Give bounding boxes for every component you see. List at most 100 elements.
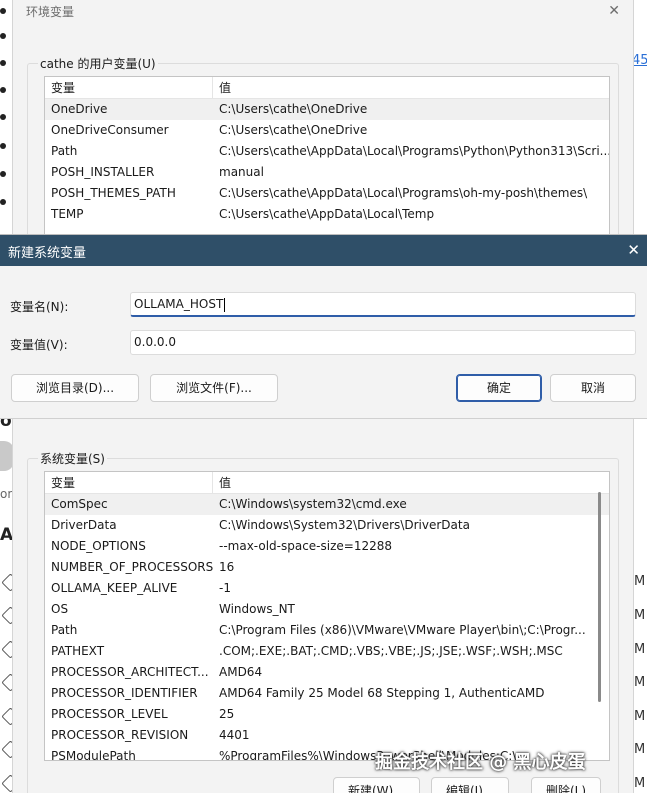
new-button[interactable]: 新建(W)... <box>333 777 420 793</box>
scrollbar[interactable] <box>598 492 601 702</box>
table-row[interactable]: Path C:\Users\cathe\AppData\Local\Program… <box>45 141 609 162</box>
table-row[interactable]: PROCESSOR_ARCHITECT... AMD64 <box>45 662 609 683</box>
variable-name-cell: Path <box>51 144 78 158</box>
variable-name-cell: OneDriveConsumer <box>51 123 169 137</box>
variable-value-cell: C:\Users\cathe\OneDrive <box>219 102 368 116</box>
variable-value-cell: C:\Windows\System32\Drivers\DriverData <box>219 518 470 532</box>
table-row[interactable]: OneDrive C:\Users\cathe\OneDrive <box>45 99 609 120</box>
background-fragment-m: M <box>634 675 646 690</box>
column-header-variable[interactable]: 变量 <box>45 472 213 494</box>
variable-name-cell: PROCESSOR_LEVEL <box>51 707 168 721</box>
user-variables-group: cathe 的用户变量(U) 变量 值 OneDrive C:\Users\cat… <box>27 55 619 246</box>
table-row[interactable]: Path C:\Program Files (x86)\VMware\VMware… <box>45 620 609 641</box>
variable-name-cell: PROCESSOR_IDENTIFIER <box>51 686 198 700</box>
user-variables-label: cathe 的用户变量(U) <box>38 55 158 72</box>
variable-name-cell: PATHEXT <box>51 644 105 658</box>
variable-name-cell: ComSpec <box>51 497 108 511</box>
table-row[interactable]: OS Windows_NT <box>45 599 609 620</box>
background-link[interactable]: 45 <box>632 53 647 68</box>
table-row[interactable]: NODE_OPTIONS --max-old-space-size=12288 <box>45 536 609 557</box>
table-row[interactable]: PROCESSOR_REVISION 4401 <box>45 725 609 746</box>
system-variables-label: 系统变量(S) <box>38 450 107 467</box>
variable-value-value: 0.0.0.0 <box>134 335 176 349</box>
variable-value-cell: AMD64 Family 25 Model 68 Stepping 1, Aut… <box>219 686 545 700</box>
variable-value-cell: .COM;.EXE;.BAT;.CMD;.VBS;.VBE;.JS;.JSE;.… <box>219 644 563 658</box>
variable-name-cell: PROCESSOR_REVISION <box>51 728 189 742</box>
variable-name-input[interactable]: OLLAMA_HOST <box>130 292 636 317</box>
bullet-icon <box>0 60 6 66</box>
table-row[interactable]: POSH_INSTALLER manual <box>45 162 609 183</box>
close-icon[interactable]: ✕ <box>608 3 620 19</box>
background-fragment-m: M <box>634 742 646 757</box>
variable-value-cell: -1 <box>219 581 231 595</box>
variable-value-cell: C:\Users\cathe\OneDrive <box>219 123 368 137</box>
user-variables-list[interactable]: 变量 值 OneDrive C:\Users\cathe\OneDrive OneD… <box>44 76 610 246</box>
variable-value-cell: 25 <box>219 707 235 721</box>
bullet-icon <box>0 33 6 39</box>
list-header: 变量 值 <box>45 472 609 494</box>
bullet-icon <box>0 171 6 177</box>
system-variables-list[interactable]: 变量 值 ComSpec C:\Windows\system32\cmd.exe D… <box>44 471 610 761</box>
table-row[interactable]: PATHEXT .COM;.EXE;.BAT;.CMD;.VBS;.VBE;.JS… <box>45 641 609 662</box>
window-title: 环境变量 <box>26 5 75 19</box>
variable-value-label: 变量值(V): <box>10 338 68 352</box>
variable-value-cell: AMD64 <box>219 665 263 679</box>
text-caret <box>224 297 226 312</box>
table-row[interactable]: OLLAMA_KEEP_ALIVE -1 <box>45 578 609 599</box>
delete-button[interactable]: 删除(L) <box>531 777 602 793</box>
background-fragment-m: M <box>634 608 646 623</box>
variable-value-cell: 16 <box>219 560 235 574</box>
variable-name-cell: NUMBER_OF_PROCESSORS <box>51 560 213 574</box>
edit-button[interactable]: 编辑(I)... <box>431 777 510 793</box>
variable-name-cell: OLLAMA_KEEP_ALIVE <box>51 581 178 595</box>
variable-value-cell: C:\Users\cathe\AppData\Local\Programs\oh… <box>219 186 588 200</box>
table-row[interactable]: TEMP C:\Users\cathe\AppData\Local\Temp <box>45 204 609 225</box>
list-header: 变量 值 <box>45 77 609 99</box>
cancel-button[interactable]: 取消 <box>550 374 636 402</box>
watermark: 掘金技术社区 @ 黑心皮蛋 <box>375 752 586 773</box>
column-header-variable[interactable]: 变量 <box>45 77 213 99</box>
dialog-titlebar: 新建系统变量 ✕ <box>0 235 647 266</box>
variable-value-cell: C:\Users\cathe\AppData\Local\Temp <box>219 207 435 221</box>
table-row[interactable]: ComSpec C:\Windows\system32\cmd.exe <box>45 494 609 515</box>
variable-name-value: OLLAMA_HOST <box>134 297 224 311</box>
new-system-variable-dialog: 新建系统变量 ✕ 变量名(N): OLLAMA_HOST 变量值(V): 0.0… <box>0 234 647 419</box>
background-fragment-m: M <box>634 709 646 724</box>
bullet-icon <box>0 114 6 120</box>
variable-name-cell: DriverData <box>51 518 117 532</box>
variable-name-cell: OS <box>51 602 69 616</box>
variable-name-cell: POSH_THEMES_PATH <box>51 186 176 200</box>
variable-name-cell: NODE_OPTIONS <box>51 539 146 553</box>
column-header-value[interactable]: 值 <box>213 472 231 494</box>
table-row[interactable]: DriverData C:\Windows\System32\Drivers\Dr… <box>45 515 609 536</box>
ok-button[interactable]: 确定 <box>456 374 542 402</box>
browse-file-button[interactable]: 浏览文件(F)... <box>150 374 278 402</box>
table-row[interactable]: PROCESSOR_LEVEL 25 <box>45 704 609 725</box>
background-fragment-m: M <box>634 642 646 657</box>
column-header-value[interactable]: 值 <box>213 77 231 99</box>
variable-name-cell: PROCESSOR_ARCHITECT... <box>51 665 209 679</box>
variable-value-cell: C:\Windows\system32\cmd.exe <box>219 497 407 511</box>
variable-value-cell: --max-old-space-size=12288 <box>219 539 393 553</box>
browse-directory-button[interactable]: 浏览目录(D)... <box>11 374 139 402</box>
bullet-icon <box>0 199 6 205</box>
close-icon[interactable]: ✕ <box>627 241 640 259</box>
background-fragment-m: M <box>634 776 646 791</box>
table-row[interactable]: POSH_THEMES_PATH C:\Users\cathe\AppData\L… <box>45 183 609 204</box>
variable-value-cell: Windows_NT <box>219 602 295 616</box>
background-fragment-m: M <box>634 574 646 589</box>
table-row[interactable]: PROCESSOR_IDENTIFIER AMD64 Family 25 Mode… <box>45 683 609 704</box>
bullet-icon <box>0 8 6 14</box>
variable-name-cell: OneDrive <box>51 102 108 116</box>
variable-value-cell: manual <box>219 165 264 179</box>
variable-value-cell: 4401 <box>219 728 250 742</box>
table-row[interactable]: OneDriveConsumer C:\Users\cathe\OneDrive <box>45 120 609 141</box>
variable-name-cell: POSH_INSTALLER <box>51 165 155 179</box>
variable-name-cell: PSModulePath <box>51 749 136 761</box>
variable-value-input[interactable]: 0.0.0.0 <box>130 330 636 355</box>
variable-name-cell: TEMP <box>51 207 84 221</box>
dialog-title: 新建系统变量 <box>8 246 87 261</box>
system-variables-group: 系统变量(S) 变量 值 ComSpec C:\Windows\system32\… <box>27 450 619 793</box>
bullet-icon <box>0 87 6 93</box>
table-row[interactable]: NUMBER_OF_PROCESSORS 16 <box>45 557 609 578</box>
